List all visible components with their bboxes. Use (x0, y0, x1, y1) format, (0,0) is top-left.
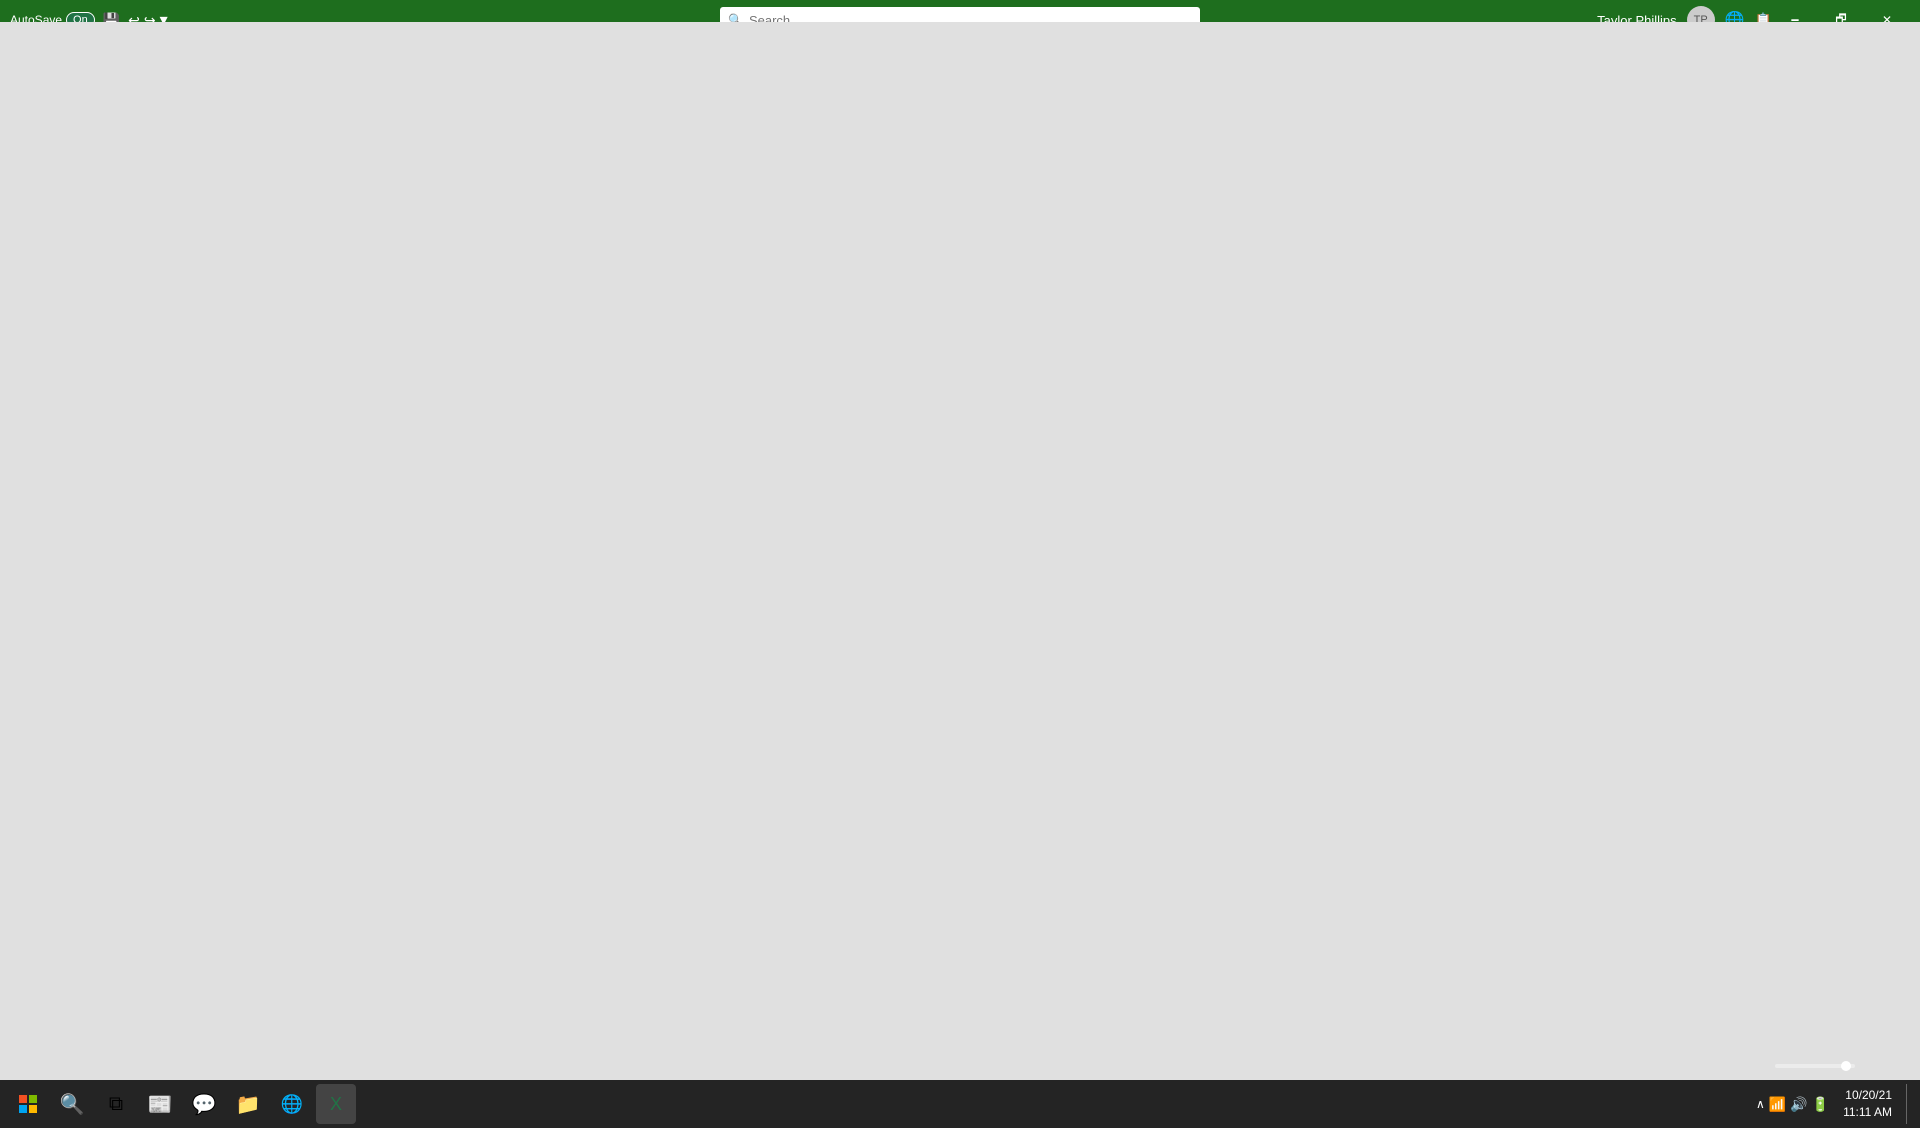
start-button[interactable] (8, 1084, 48, 1124)
chat-button[interactable]: 💬 (184, 1084, 224, 1124)
sys-tray: ∧ 📶 🔊 🔋 (1756, 1096, 1829, 1113)
chevron-icon[interactable]: ∧ (1756, 1097, 1765, 1111)
taskbar-right: ∧ 📶 🔊 🔋 10/20/21 11:11 AM (1756, 1084, 1912, 1124)
task-view-button[interactable]: ⧉ (96, 1084, 136, 1124)
charts-container (0, 130, 1920, 1024)
widgets-button[interactable]: 📰 (140, 1084, 180, 1124)
show-desktop-button[interactable] (1906, 1084, 1912, 1124)
battery-icon: 🔋 (1812, 1096, 1829, 1113)
clock[interactable]: 10/20/21 11:11 AM (1835, 1087, 1900, 1121)
zoom-slider[interactable] (1775, 1064, 1855, 1068)
taskbar: 🔍 ⧉ 📰 💬 📁 🌐 X ∧ 📶 🔊 🔋 10/20/21 11:11 AM (0, 1080, 1920, 1128)
excel-button[interactable]: X (316, 1084, 356, 1124)
search-taskbar-button[interactable]: 🔍 (52, 1084, 92, 1124)
network-icon: 📶 (1769, 1096, 1786, 1113)
file-explorer-button[interactable]: 📁 (228, 1084, 268, 1124)
edge-button[interactable]: 🌐 (272, 1084, 312, 1124)
volume-icon: 🔊 (1790, 1096, 1807, 1113)
